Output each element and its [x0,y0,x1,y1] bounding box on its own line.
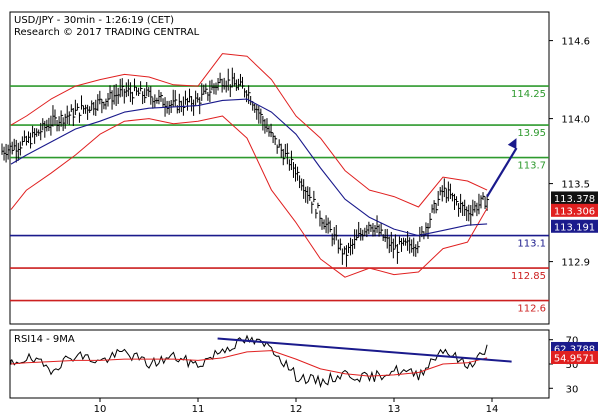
level-label: 114.25 [511,89,546,100]
x-tick-label: 13 [388,404,401,415]
rsi-panel [9,329,550,399]
level-label: 113.1 [517,239,546,250]
level-label: 113.7 [517,161,546,172]
value-tag-label: 54.9571 [554,353,595,364]
y-tick-label: 112.9 [561,258,590,269]
x-tick-label: 14 [486,404,499,415]
rsi-panel-title: RSI14 - 9MA [14,334,75,345]
value-tag-label: 113.306 [554,206,595,217]
y-tick-label: 113.5 [561,180,590,191]
chart-instrument-title: USD/JPY - 30min - 1:26:19 (CET) [14,15,174,26]
level-label: 13.95 [517,128,546,139]
rsi-y-tick-label: 30 [566,384,579,395]
value-tag-label: 113.378 [554,194,595,205]
level-label: 112.6 [517,304,546,315]
trading-chart: 114.25 13.95 113.7 113.1 112.85 112.6 114.6 11… [1,11,598,415]
x-tick-label: 11 [192,404,205,415]
y-tick-label: 114.0 [561,115,590,126]
value-tag-label: 113.191 [554,222,595,233]
chart-research-credit: Research © 2017 TRADING CENTRAL [14,27,200,38]
y-tick-label: 114.6 [561,37,590,48]
level-label: 112.85 [511,271,546,282]
x-tick-label: 10 [94,404,107,415]
x-tick-label: 12 [290,404,303,415]
price-panel [9,11,550,325]
